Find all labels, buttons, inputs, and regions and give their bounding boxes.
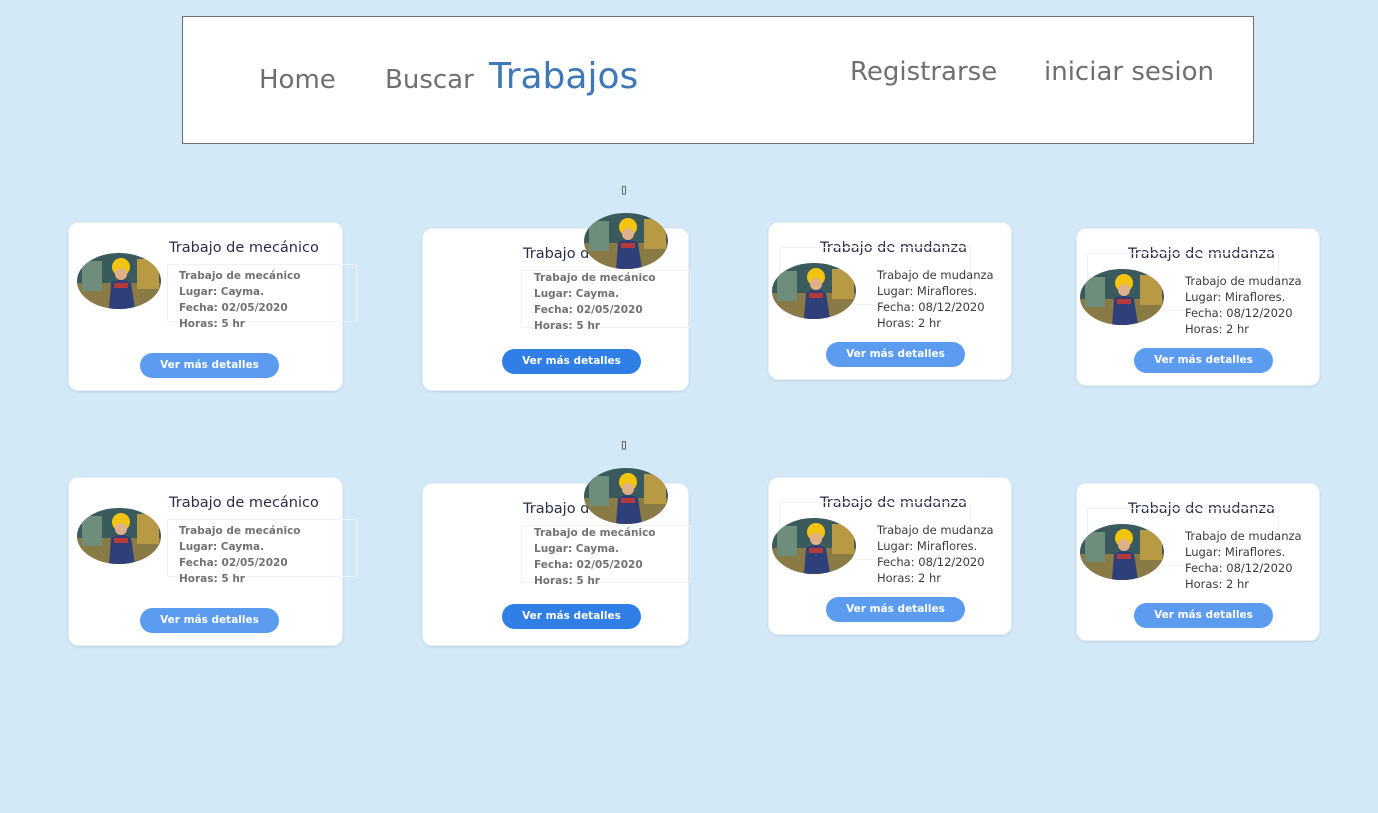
job-card-mecanico: Trabajo de mecánico Trabajo de mecánico … <box>68 222 357 391</box>
ver-mas-detalles-button[interactable]: Ver más detalles <box>502 604 641 629</box>
job-details: Trabajo de mudanza Lugar: Miraflores. Fe… <box>1185 273 1302 337</box>
nav-link-home[interactable]: Home <box>259 67 336 93</box>
job-place: Lugar: Cayma. <box>179 541 265 553</box>
job-place: Lugar: Miraflores. <box>1185 290 1286 304</box>
job-card-mudanza-alt: Trabajo de mudanza Trabajo de mudanza Lu… <box>1076 228 1320 386</box>
job-description: Trabajo de mecánico <box>179 525 301 537</box>
job-date: Fecha: 02/05/2020 <box>179 557 288 569</box>
job-date: Fecha: 08/12/2020 <box>877 555 985 569</box>
card-title: Trabajo d <box>523 501 590 517</box>
job-description: Trabajo de mudanza <box>877 523 994 537</box>
ver-mas-detalles-button[interactable]: Ver más detalles <box>1134 603 1273 628</box>
worker-photo <box>77 508 161 564</box>
nav-link-registrarse[interactable]: Registrarse <box>850 59 997 85</box>
job-description: Trabajo de mecánico <box>534 527 656 539</box>
job-date: Fecha: 02/05/2020 <box>534 559 643 571</box>
ver-mas-detalles-button[interactable]: Ver más detalles <box>826 597 965 622</box>
job-description: Trabajo de mudanza <box>1185 274 1302 288</box>
job-details: Trabajo de mudanza Lugar: Miraflores. Fe… <box>877 522 994 586</box>
job-description: Trabajo de mudanza <box>1185 529 1302 543</box>
job-place: Lugar: Miraflores. <box>1185 545 1286 559</box>
job-hours: Horas: 5 hr <box>534 575 600 587</box>
job-details: Trabajo de mudanza Lugar: Miraflores. Fe… <box>1185 528 1302 592</box>
job-place: Lugar: Cayma. <box>179 286 265 298</box>
worker-photo <box>584 468 668 524</box>
job-hours: Horas: 2 hr <box>1185 322 1249 336</box>
job-hours: Horas: 5 hr <box>179 573 245 585</box>
job-date: Fecha: 02/05/2020 <box>534 304 643 316</box>
job-hours: Horas: 5 hr <box>179 318 245 330</box>
job-date: Fecha: 08/12/2020 <box>1185 306 1293 320</box>
job-description: Trabajo de mudanza <box>877 268 994 282</box>
nav-link-buscar[interactable]: Buscar <box>385 67 474 93</box>
job-date: Fecha: 08/12/2020 <box>1185 561 1293 575</box>
job-description: Trabajo de mecánico <box>179 270 301 282</box>
job-date: Fecha: 02/05/2020 <box>179 302 288 314</box>
job-card-mudanza: Trabajo de mudanza Trabajo de mudanza Lu… <box>768 222 1012 380</box>
job-details: Trabajo de mecánico Lugar: Cayma. Fecha:… <box>179 268 301 332</box>
worker-photo <box>772 518 856 574</box>
missing-glyph-icon: ▯ <box>619 182 629 198</box>
worker-photo <box>584 213 668 269</box>
ver-mas-detalles-button[interactable]: Ver más detalles <box>140 353 279 378</box>
missing-glyph-icon: ▯ <box>619 437 629 453</box>
ver-mas-detalles-button[interactable]: Ver más detalles <box>1134 348 1273 373</box>
nav-link-iniciar-sesion[interactable]: iniciar sesion <box>1044 59 1214 85</box>
job-hours: Horas: 5 hr <box>534 320 600 332</box>
job-place: Lugar: Cayma. <box>534 543 620 555</box>
job-details: Trabajo de mecánico Lugar: Cayma. Fecha:… <box>179 523 301 587</box>
job-place: Lugar: Miraflores. <box>877 539 978 553</box>
nav-link-trabajos[interactable]: Trabajos <box>489 59 638 95</box>
worker-photo <box>77 253 161 309</box>
job-place: Lugar: Miraflores. <box>877 284 978 298</box>
top-navbar: Home Buscar Trabajos Registrarse iniciar… <box>182 16 1254 144</box>
worker-photo <box>1080 269 1164 325</box>
ver-mas-detalles-button[interactable]: Ver más detalles <box>826 342 965 367</box>
job-card-mudanza-alt: Trabajo de mudanza Trabajo de mudanza Lu… <box>1076 483 1320 641</box>
job-card-mudanza: Trabajo de mudanza Trabajo de mudanza Lu… <box>768 477 1012 635</box>
job-card-mecanico: Trabajo de mecánico Trabajo de mecánico … <box>68 477 357 646</box>
job-hours: Horas: 2 hr <box>877 316 941 330</box>
job-details: Trabajo de mudanza Lugar: Miraflores. Fe… <box>877 267 994 331</box>
worker-photo <box>772 263 856 319</box>
job-place: Lugar: Cayma. <box>534 288 620 300</box>
job-description: Trabajo de mecánico <box>534 272 656 284</box>
card-title: Trabajo de mecánico <box>169 240 319 256</box>
job-date: Fecha: 08/12/2020 <box>877 300 985 314</box>
job-hours: Horas: 2 hr <box>1185 577 1249 591</box>
card-title: Trabajo d <box>523 246 590 262</box>
job-hours: Horas: 2 hr <box>877 571 941 585</box>
job-details: Trabajo de mecánico Lugar: Cayma. Fecha:… <box>534 525 656 589</box>
ver-mas-detalles-button[interactable]: Ver más detalles <box>140 608 279 633</box>
job-details: Trabajo de mecánico Lugar: Cayma. Fecha:… <box>534 270 656 334</box>
worker-photo <box>1080 524 1164 580</box>
ver-mas-detalles-button[interactable]: Ver más detalles <box>502 349 641 374</box>
card-title: Trabajo de mecánico <box>169 495 319 511</box>
